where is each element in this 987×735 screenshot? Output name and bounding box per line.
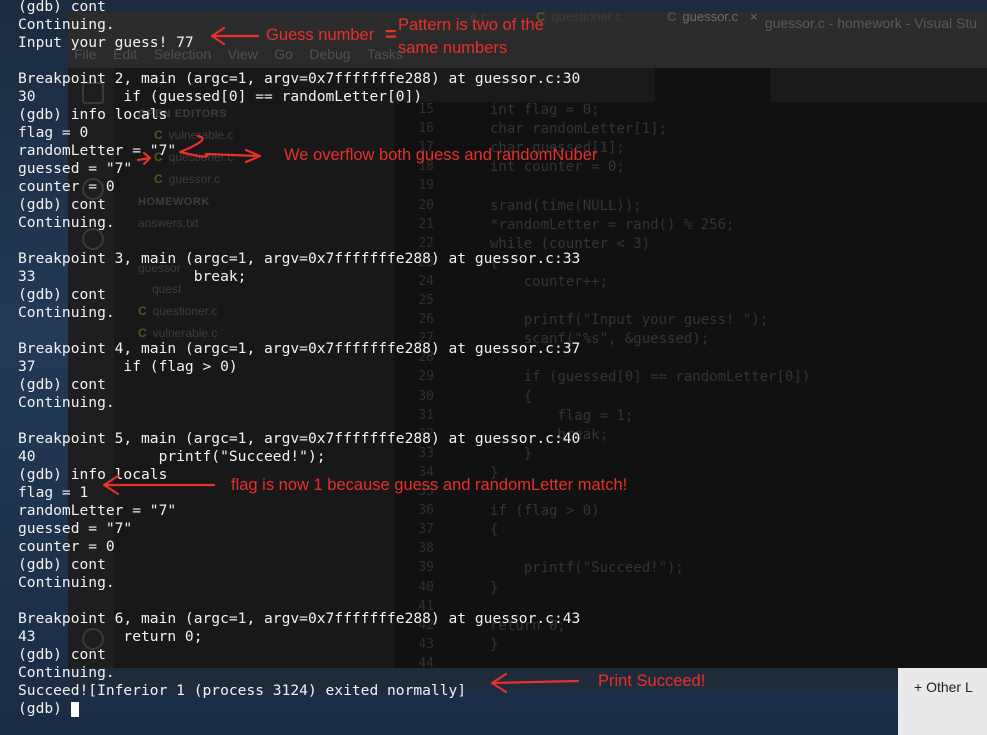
annotation-guess-number: Guess number: [266, 26, 375, 44]
arrow-guessed: [136, 151, 152, 166]
arrow-overflow: [178, 134, 262, 164]
annotation-pattern-2: same numbers: [398, 39, 508, 57]
arrow-guess-number: [210, 26, 260, 46]
annotation-arrows: [102, 26, 580, 694]
annotation-pattern-1: Pattern is two of the: [398, 16, 544, 34]
arrow-flag: [102, 474, 216, 496]
arrow-succeed: [490, 672, 580, 694]
annotation-equals: =: [385, 24, 397, 46]
annotation-overflow: We overflow both guess and randomNuber: [284, 146, 598, 164]
annotation-flag-now: flag is now 1 because guess and randomLe…: [231, 476, 628, 494]
annotation-print-succeed: Print Succeed!: [598, 672, 706, 690]
